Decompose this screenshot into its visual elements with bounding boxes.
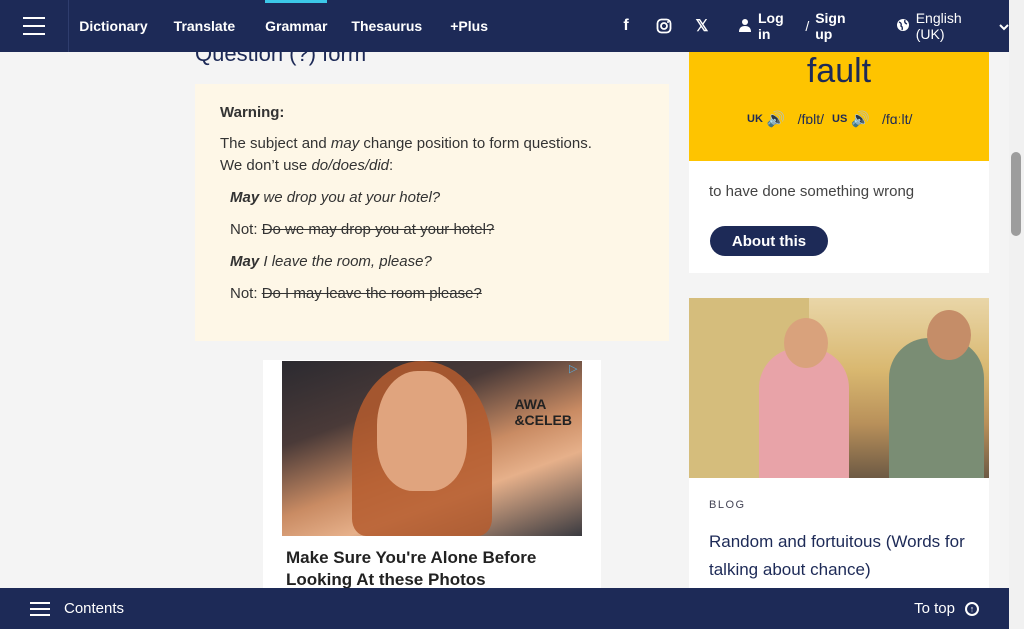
example-4: Not: Do I may leave the room please? xyxy=(230,285,482,302)
example-2: Not: Do we may drop you at your hotel? xyxy=(230,221,495,238)
menu-button[interactable] xyxy=(0,0,70,52)
us-ipa: /fɑːlt/ xyxy=(882,111,913,127)
x-twitter-icon[interactable]: 𝕏 xyxy=(690,16,714,36)
uk-ipa: /fɒlt/ xyxy=(797,111,825,127)
ad-info-icon[interactable]: ▷ xyxy=(569,362,577,375)
us-speaker-icon[interactable]: 🔊 xyxy=(851,110,870,128)
blog-card: BLOG Random and fortuitous (Words for ta… xyxy=(689,298,989,629)
blog-label: BLOG xyxy=(709,499,746,511)
us-label: US xyxy=(832,113,848,125)
warning-box: Warning: The subject and may change posi… xyxy=(195,84,669,341)
word-definition: to have done something wrong xyxy=(709,183,915,200)
example-1: May we drop you at your hotel? xyxy=(230,189,441,206)
nav-translate[interactable]: Translate xyxy=(166,0,243,52)
login-separator: / xyxy=(805,18,810,34)
nav-dictionary[interactable]: Dictionary xyxy=(71,0,155,52)
nav-plus[interactable]: +Plus xyxy=(442,0,496,52)
nav-grammar[interactable]: Grammar xyxy=(257,0,335,52)
hamburger-icon xyxy=(23,14,46,38)
definition-card: to have done something wrong About this xyxy=(689,161,989,273)
globe-icon xyxy=(896,18,910,35)
login-link[interactable]: Log in xyxy=(758,10,799,42)
warning-title: Warning: xyxy=(220,104,285,121)
facebook-icon[interactable]: f xyxy=(614,17,638,35)
scrollbar-thumb[interactable] xyxy=(1011,152,1021,236)
scrollbar-track[interactable] xyxy=(1009,0,1024,629)
contents-button[interactable]: Contents xyxy=(64,600,124,617)
ad-image[interactable]: AWA &CELEB xyxy=(282,361,582,536)
top-navigation: Dictionary Translate Grammar Thesaurus +… xyxy=(0,0,1009,52)
word-of-the-day-card: fault UK 🔊 /fɒlt/ US 🔊 /fɑːlt/ xyxy=(689,52,989,161)
social-links: f 𝕏 xyxy=(614,16,714,36)
example-3: May I leave the room, please? xyxy=(230,253,432,270)
user-icon xyxy=(738,18,752,35)
signup-link[interactable]: Sign up xyxy=(815,10,866,42)
blog-title-link[interactable]: Random and fortuitous (Words for talking… xyxy=(709,528,974,584)
login-area: Log in / Sign up xyxy=(738,10,866,42)
language-selector[interactable]: English (UK) xyxy=(896,10,1009,42)
arrow-up-circle-icon[interactable]: ↑ xyxy=(965,601,979,616)
contents-menu-icon[interactable] xyxy=(30,600,50,618)
uk-label: UK xyxy=(747,113,763,125)
instagram-icon[interactable] xyxy=(652,18,676,34)
uk-speaker-icon[interactable]: 🔊 xyxy=(767,110,786,128)
page: Dictionary Translate Grammar Thesaurus +… xyxy=(0,0,1024,629)
bottom-bar: Contents To top ↑ xyxy=(0,588,1009,629)
ad-title[interactable]: Make Sure You're Alone Before Looking At… xyxy=(286,547,586,591)
blog-image[interactable] xyxy=(689,298,989,478)
nav-thesaurus[interactable]: Thesaurus xyxy=(343,0,430,52)
pronunciations: UK 🔊 /fɒlt/ US 🔊 /fɑːlt/ xyxy=(747,110,920,128)
chevron-down-icon xyxy=(999,18,1009,34)
to-top-button[interactable]: To top xyxy=(914,600,955,617)
ad-image-text: AWA &CELEB xyxy=(514,396,572,428)
word-headword[interactable]: fault xyxy=(689,52,989,91)
language-label: English (UK) xyxy=(915,10,962,42)
warning-line-1: The subject and may change position to f… xyxy=(220,135,592,152)
warning-line-2: We don’t use do/does/did: xyxy=(220,157,394,174)
about-this-button[interactable]: About this xyxy=(710,226,828,256)
